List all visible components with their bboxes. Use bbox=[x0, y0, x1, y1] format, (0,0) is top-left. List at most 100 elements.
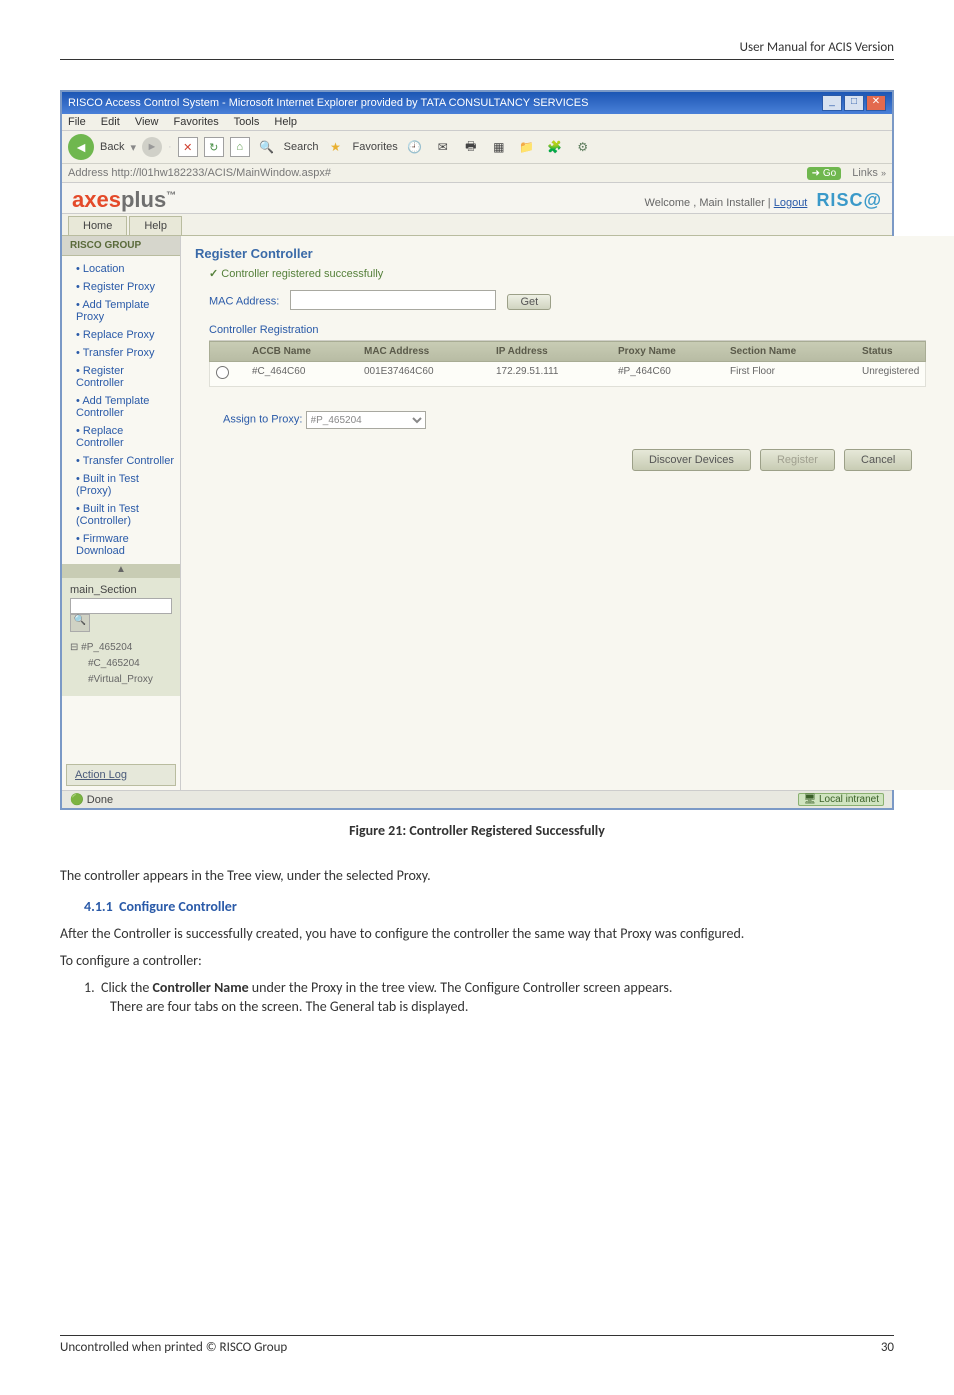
history-icon[interactable]: 🕘 bbox=[404, 136, 426, 158]
tree-node-virtual-proxy[interactable]: #Virtual_Proxy bbox=[88, 672, 172, 688]
assign-to-proxy-row: Assign to Proxy: #P_465204 bbox=[223, 411, 926, 429]
sidebar-item-bit-proxy[interactable]: Built in Test (Proxy) bbox=[62, 470, 180, 500]
page-title: Register Controller bbox=[195, 246, 940, 261]
back-label: Back bbox=[100, 141, 124, 153]
cancel-button[interactable]: Cancel bbox=[844, 449, 912, 471]
tree-panel: ▲ main_Section 🔍 ⊟ #P_465204 #C_465204 #… bbox=[62, 564, 180, 696]
sidebar-group-header: RISCO GROUP bbox=[62, 236, 180, 256]
gear-icon[interactable]: ⚙ bbox=[572, 136, 594, 158]
forward-button[interactable]: ► bbox=[142, 137, 162, 157]
mail-icon[interactable]: ✉ bbox=[432, 136, 454, 158]
tree-node-controller[interactable]: #C_465204 bbox=[88, 656, 172, 672]
print-icon[interactable]: 🖶 bbox=[460, 136, 482, 158]
hdr-status: Status bbox=[856, 342, 925, 361]
sidebar-item-transfer-proxy[interactable]: Transfer Proxy bbox=[62, 344, 180, 362]
edit-icon[interactable]: ▦ bbox=[488, 136, 510, 158]
action-log-link[interactable]: Action Log bbox=[66, 764, 176, 786]
window-controls: _ □ ✕ bbox=[822, 95, 886, 111]
grid-row: #C_464C60 001E37464C60 172.29.51.111 #P_… bbox=[209, 362, 926, 387]
button-row: Discover Devices Register Cancel bbox=[209, 449, 912, 471]
tab-home[interactable]: Home bbox=[68, 216, 127, 235]
main-pane: Register Controller Controller registere… bbox=[181, 236, 954, 790]
close-button[interactable]: ✕ bbox=[866, 95, 886, 111]
browser-window: RISCO Access Control System - Microsoft … bbox=[60, 90, 894, 810]
tree-search-input[interactable] bbox=[70, 598, 172, 614]
page-footer: Uncontrolled when printed © RISCO Group … bbox=[60, 1335, 894, 1355]
address-bar: Address http://l01hw182233/ACIS/MainWind… bbox=[62, 164, 892, 183]
sidebar-item-bit-controller[interactable]: Built in Test (Controller) bbox=[62, 500, 180, 530]
figure-caption: Figure 21: Controller Registered Success… bbox=[60, 822, 894, 839]
menu-bar: File Edit View Favorites Tools Help bbox=[62, 114, 892, 131]
get-button[interactable]: Get bbox=[507, 294, 551, 310]
sidebar-item-firmware[interactable]: Firmware Download bbox=[62, 530, 180, 560]
sidebar-menu: Location Register Proxy Add Template Pro… bbox=[62, 256, 180, 564]
tree-list: ⊟ #P_465204 #C_465204 #Virtual_Proxy bbox=[70, 640, 172, 688]
favorites-label: Favorites bbox=[353, 141, 398, 153]
assign-proxy-select[interactable]: #P_465204 bbox=[306, 411, 426, 429]
app-tabs: Home Help bbox=[62, 214, 892, 236]
address-url[interactable]: http://l01hw182233/ACIS/MainWindow.aspx# bbox=[111, 167, 331, 179]
search-label: Search bbox=[284, 141, 319, 153]
section-heading: 4.1.1 Configure Controller bbox=[84, 898, 894, 915]
refresh-icon[interactable]: ↻ bbox=[204, 137, 224, 157]
tree-search-icon[interactable]: 🔍 bbox=[70, 614, 90, 632]
cell-status: Unregistered bbox=[856, 362, 925, 386]
maximize-button[interactable]: □ bbox=[844, 95, 864, 111]
cell-section: First Floor bbox=[724, 362, 856, 386]
grid-header: ACCB Name MAC Address IP Address Proxy N… bbox=[209, 341, 926, 362]
body-paragraph-1: The controller appears in the Tree view,… bbox=[60, 867, 894, 884]
risco-logo: RISC@ bbox=[816, 190, 882, 210]
discover-devices-button[interactable]: Discover Devices bbox=[632, 449, 751, 471]
tab-help[interactable]: Help bbox=[129, 216, 182, 235]
status-done: Done bbox=[87, 794, 113, 806]
menu-file[interactable]: File bbox=[68, 116, 86, 128]
sidebar-item-replace-controller[interactable]: Replace Controller bbox=[62, 422, 180, 452]
hdr-proxy: Proxy Name bbox=[612, 342, 724, 361]
cell-proxy: #P_464C60 bbox=[612, 362, 724, 386]
content-area: RISCO GROUP Location Register Proxy Add … bbox=[62, 236, 892, 790]
sidebar-item-add-template-controller[interactable]: Add Template Controller bbox=[62, 392, 180, 422]
register-button[interactable]: Register bbox=[760, 449, 835, 471]
go-button[interactable]: ➜ Go bbox=[807, 167, 842, 180]
hdr-ip: IP Address bbox=[490, 342, 612, 361]
sidebar-item-replace-proxy[interactable]: Replace Proxy bbox=[62, 326, 180, 344]
sidebar-item-location[interactable]: Location bbox=[62, 260, 180, 278]
row-select-radio[interactable] bbox=[216, 366, 229, 379]
tree-collapse-bar[interactable]: ▲ bbox=[62, 564, 180, 578]
body-paragraph-2: After the Controller is successfully cre… bbox=[60, 925, 894, 942]
logout-link[interactable]: Logout bbox=[774, 197, 808, 209]
tree-node-proxy[interactable]: ⊟ #P_465204 bbox=[70, 640, 172, 656]
brand-logo: axesplus™ bbox=[72, 187, 176, 213]
home-icon[interactable]: ⌂ bbox=[230, 137, 250, 157]
back-button[interactable]: ◄ bbox=[68, 134, 94, 160]
folder-icon[interactable]: 📁 bbox=[516, 136, 538, 158]
cell-ip: 172.29.51.111 bbox=[490, 362, 612, 386]
menu-favorites[interactable]: Favorites bbox=[174, 116, 219, 128]
search-icon[interactable]: 🔍 bbox=[256, 136, 278, 158]
address-label: Address bbox=[68, 167, 108, 179]
sidebar-item-register-controller[interactable]: Register Controller bbox=[62, 362, 180, 392]
cell-mac: 001E37464C60 bbox=[358, 362, 490, 386]
mac-address-row: MAC Address: Get bbox=[209, 290, 940, 310]
favorites-icon[interactable]: ★ bbox=[325, 136, 347, 158]
minimize-button[interactable]: _ bbox=[822, 95, 842, 111]
browser-toolbar: ◄ Back ▾ ► · ✕ ↻ ⌂ 🔍 Search ★ Favorites … bbox=[62, 131, 892, 164]
stop-icon[interactable]: ✕ bbox=[178, 137, 198, 157]
menu-tools[interactable]: Tools bbox=[234, 116, 260, 128]
sidebar-item-register-proxy[interactable]: Register Proxy bbox=[62, 278, 180, 296]
footer-page-number: 30 bbox=[881, 1340, 894, 1355]
puzzle-icon[interactable]: 🧩 bbox=[544, 136, 566, 158]
page-header: User Manual for ACIS Version bbox=[60, 40, 894, 60]
menu-view[interactable]: View bbox=[135, 116, 159, 128]
success-message: Controller registered successfully bbox=[209, 267, 940, 280]
hdr-accb: ACCB Name bbox=[246, 342, 358, 361]
mac-address-input[interactable] bbox=[290, 290, 496, 310]
body-paragraph-3: To configure a controller: bbox=[60, 952, 894, 969]
sidebar-item-add-template-proxy[interactable]: Add Template Proxy bbox=[62, 296, 180, 326]
menu-edit[interactable]: Edit bbox=[101, 116, 120, 128]
app-header: axesplus™ Welcome , Main Installer | Log… bbox=[62, 183, 892, 214]
menu-help[interactable]: Help bbox=[274, 116, 297, 128]
controller-registration-label: Controller Registration bbox=[209, 324, 940, 336]
sidebar-item-transfer-controller[interactable]: Transfer Controller bbox=[62, 452, 180, 470]
links-label[interactable]: Links bbox=[852, 167, 878, 179]
